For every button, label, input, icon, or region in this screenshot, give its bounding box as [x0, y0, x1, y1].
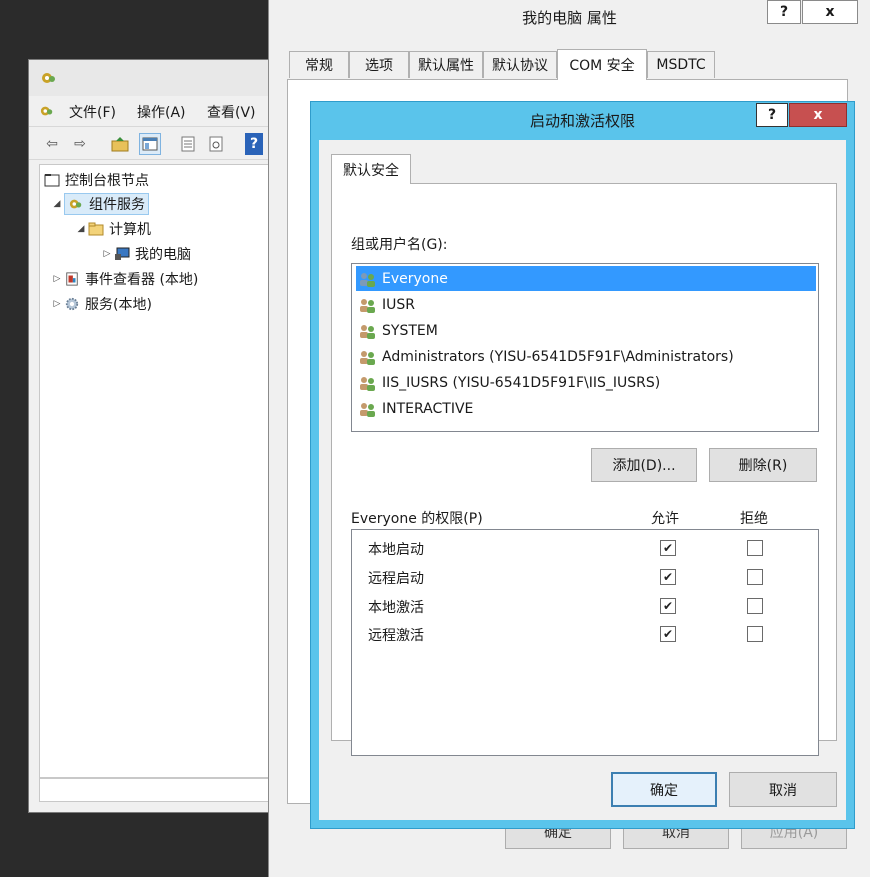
- permission-row: 远程启动 ✔: [352, 563, 818, 591]
- tree-label-root: 控制台根节点: [65, 173, 149, 189]
- event-viewer-icon: [66, 272, 78, 286]
- user-name: IIS_IUSRS (YISU-6541D5F91F\IIS_IUSRS): [382, 374, 661, 391]
- user-name: SYSTEM: [382, 322, 438, 339]
- tree-node-component-services[interactable]: ◢ 组件服务: [50, 193, 149, 215]
- forward-icon[interactable]: ⇨: [69, 133, 91, 155]
- collapsed-arrow-icon[interactable]: ▷: [50, 274, 64, 284]
- tree-node-my-computer[interactable]: ▷ 我的电脑: [100, 243, 191, 265]
- dialog-client-area: 默认安全 组或用户名(G): Everyone IUSR SYSTEM Admi…: [319, 140, 846, 820]
- list-item[interactable]: SYSTEM: [356, 318, 816, 343]
- component-services-icon: [42, 73, 55, 83]
- user-group-icon: [360, 272, 375, 287]
- show-tree-icon[interactable]: [139, 133, 161, 155]
- menu-file[interactable]: 文件(F): [69, 102, 116, 122]
- user-name: Everyone: [382, 270, 448, 287]
- deny-checkbox[interactable]: [747, 540, 763, 556]
- user-name: INTERACTIVE: [382, 400, 474, 417]
- dialog-help-button[interactable]: ?: [756, 103, 788, 127]
- default-security-panel: 组或用户名(G): Everyone IUSR SYSTEM Administr…: [331, 183, 837, 756]
- up-folder-icon[interactable]: [109, 133, 131, 155]
- user-group-icon: [360, 376, 375, 391]
- tree-label-computers: 计算机: [109, 222, 151, 238]
- menu-view[interactable]: 查看(V): [207, 102, 256, 122]
- remove-button[interactable]: 删除(R): [709, 448, 817, 482]
- dialog-ok-button[interactable]: 确定: [611, 772, 717, 807]
- permission-row: 本地激活 ✔: [352, 592, 818, 620]
- tab-com-security[interactable]: COM 安全: [557, 49, 647, 80]
- component-services-icon: [40, 106, 53, 116]
- help-icon[interactable]: ?: [245, 133, 263, 155]
- tab-options[interactable]: 选项: [349, 51, 409, 78]
- allow-checkbox[interactable]: ✔: [660, 626, 676, 642]
- permission-row: 本地启动 ✔: [352, 534, 818, 562]
- user-group-icon: [360, 324, 375, 339]
- permission-row: 远程激活 ✔: [352, 620, 818, 648]
- tree-node-root[interactable]: 控制台根节点: [44, 169, 149, 191]
- deny-checkbox[interactable]: [747, 626, 763, 642]
- tree-node-services[interactable]: ▷ 服务(本地): [50, 293, 152, 315]
- computer-icon: [115, 247, 130, 260]
- permissions-label: Everyone 的权限(P): [351, 511, 483, 527]
- list-item[interactable]: INTERACTIVE: [356, 396, 816, 421]
- folder-icon: [88, 222, 104, 236]
- list-item[interactable]: IIS_IUSRS (YISU-6541D5F91F\IIS_IUSRS): [356, 370, 816, 395]
- collapsed-arrow-icon[interactable]: ▷: [100, 249, 114, 259]
- tab-default-protocols[interactable]: 默认协议: [483, 51, 557, 78]
- tree-label-event-viewer: 事件查看器 (本地): [85, 272, 199, 288]
- back-icon[interactable]: ⇦: [41, 133, 63, 155]
- list-item[interactable]: Administrators (YISU-6541D5F91F\Administ…: [356, 344, 816, 369]
- help-button[interactable]: ?: [767, 0, 801, 24]
- allow-checkbox[interactable]: ✔: [660, 569, 676, 585]
- permission-name: 本地激活: [368, 600, 424, 616]
- user-name: IUSR: [382, 296, 415, 313]
- dialog-cancel-button[interactable]: 取消: [729, 772, 837, 807]
- permission-name: 本地启动: [368, 542, 424, 558]
- user-group-icon: [360, 402, 375, 417]
- add-button[interactable]: 添加(D)...: [591, 448, 697, 482]
- list-item[interactable]: IUSR: [356, 292, 816, 317]
- tree-node-computers[interactable]: ◢ 计算机: [74, 218, 151, 240]
- launch-activation-permissions-dialog: 启动和激活权限 ? x 默认安全 组或用户名(G): Everyone IUSR…: [310, 101, 855, 829]
- tree-label-my-computer: 我的电脑: [135, 247, 191, 263]
- allow-checkbox[interactable]: ✔: [660, 540, 676, 556]
- tab-msdtc[interactable]: MSDTC: [647, 51, 715, 78]
- allow-header: 允许: [651, 511, 679, 527]
- selected-node: 组件服务: [64, 193, 149, 215]
- user-group-icon: [360, 350, 375, 365]
- dialog-close-button[interactable]: x: [789, 103, 847, 127]
- refresh-icon[interactable]: [205, 133, 227, 155]
- deny-header: 拒绝: [740, 511, 768, 527]
- properties-icon[interactable]: [177, 133, 199, 155]
- permissions-list: 本地启动 ✔ 远程启动 ✔ 本地激活 ✔ 远程激活 ✔: [351, 529, 819, 756]
- menu-action[interactable]: 操作(A): [137, 102, 186, 122]
- folder-icon: [44, 174, 60, 187]
- tree-node-event-viewer[interactable]: ▷ 事件查看器 (本地): [50, 268, 199, 290]
- expanded-arrow-icon[interactable]: ◢: [50, 199, 64, 209]
- tree-label-services: 服务(本地): [85, 297, 152, 313]
- deny-checkbox[interactable]: [747, 598, 763, 614]
- tab-default-properties[interactable]: 默认属性: [409, 51, 483, 78]
- tab-default-security[interactable]: 默认安全: [331, 154, 411, 184]
- component-services-icon: [69, 199, 82, 209]
- tab-general[interactable]: 常规: [289, 51, 349, 78]
- allow-checkbox[interactable]: ✔: [660, 598, 676, 614]
- user-name: Administrators (YISU-6541D5F91F\Administ…: [382, 348, 734, 365]
- user-group-icon: [360, 298, 375, 313]
- users-listbox[interactable]: Everyone IUSR SYSTEM Administrators (YIS…: [351, 263, 819, 432]
- collapsed-arrow-icon[interactable]: ▷: [50, 299, 64, 309]
- close-button[interactable]: x: [802, 0, 858, 24]
- group-user-label: 组或用户名(G):: [351, 237, 448, 253]
- services-gear-icon: [65, 297, 79, 311]
- deny-checkbox[interactable]: [747, 569, 763, 585]
- expanded-arrow-icon[interactable]: ◢: [74, 224, 88, 234]
- permission-name: 远程启动: [368, 571, 424, 587]
- tree-label-component-services: 组件服务: [89, 197, 145, 213]
- list-item[interactable]: Everyone: [356, 266, 816, 291]
- permission-name: 远程激活: [368, 628, 424, 644]
